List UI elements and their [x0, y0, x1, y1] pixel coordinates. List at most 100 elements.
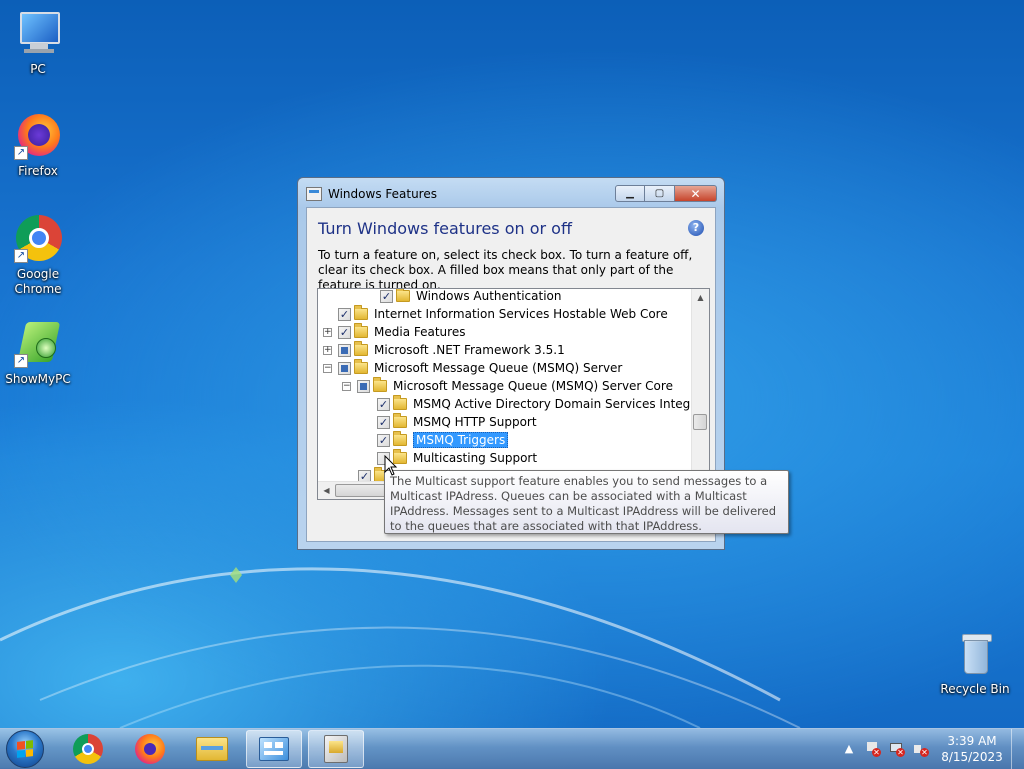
- computer-icon: [14, 10, 62, 58]
- vertical-scrollbar[interactable]: ▲: [691, 289, 709, 470]
- checkbox-checked[interactable]: ✓: [380, 289, 393, 303]
- tree-item[interactable]: Multicasting Support: [377, 449, 537, 467]
- action-center-flag-icon[interactable]: ✕: [865, 741, 881, 757]
- folder-icon: [354, 341, 368, 356]
- desktop-icon-label: ShowMyPC: [5, 372, 71, 386]
- taskbar-file-explorer[interactable]: [184, 730, 240, 768]
- instructions-text: To turn a feature on, select its check b…: [318, 248, 693, 292]
- showmypc-icon: ↗: [14, 320, 62, 368]
- checkbox-partial[interactable]: [338, 361, 351, 375]
- collapse-icon[interactable]: −: [323, 363, 332, 373]
- folder-icon: [354, 359, 368, 374]
- tree-item[interactable]: ✓ Internet Information Services Hostable…: [323, 305, 668, 323]
- mouse-cursor-icon: [384, 455, 398, 476]
- checkbox-checked[interactable]: ✓: [338, 325, 351, 339]
- checkbox-partial[interactable]: [357, 379, 370, 393]
- chrome-icon: ↗: [14, 215, 62, 263]
- tree-item-label: Media Features: [374, 325, 466, 339]
- expand-icon[interactable]: +: [323, 327, 332, 337]
- taskbar-control-panel[interactable]: [246, 730, 302, 768]
- tree-item-label: Multicasting Support: [413, 451, 538, 465]
- shortcut-arrow-icon: ↗: [14, 249, 28, 263]
- checkbox-checked[interactable]: ✓: [338, 307, 351, 321]
- tree-item-label-selected: MSMQ Triggers: [413, 432, 509, 448]
- checkbox-checked[interactable]: ✓: [377, 397, 390, 411]
- tree-item[interactable]: + ✓ Media Features: [323, 323, 465, 341]
- taskbar-firefox[interactable]: [122, 730, 178, 768]
- windows-features-icon: [324, 735, 348, 763]
- shortcut-arrow-icon: ↗: [14, 146, 28, 160]
- shortcut-arrow-icon: ↗: [14, 354, 28, 368]
- scroll-thumb[interactable]: [693, 414, 707, 430]
- folder-icon: [354, 323, 368, 338]
- checkbox-checked[interactable]: ✓: [377, 433, 390, 447]
- title-bar[interactable]: Windows Features: [306, 184, 437, 204]
- folder-icon: [354, 305, 368, 320]
- tree-item[interactable]: ✓ MSMQ Triggers: [377, 431, 509, 449]
- desktop-icon-label: Firefox: [18, 164, 58, 178]
- windows-features-icon: [306, 187, 322, 201]
- desktop-icon-label: PC: [30, 62, 46, 76]
- tree-item-label: MSMQ HTTP Support: [413, 415, 537, 429]
- window-title: Windows Features: [328, 187, 437, 201]
- show-hidden-icons-icon[interactable]: ▲: [841, 741, 857, 757]
- scroll-left-icon[interactable]: ◀: [318, 482, 335, 499]
- firefox-icon: [135, 734, 165, 764]
- minimize-button[interactable]: ▁: [615, 185, 645, 202]
- close-icon: ✕: [690, 186, 701, 201]
- page-title: Turn Windows features on or off: [318, 219, 572, 238]
- expand-icon[interactable]: +: [323, 345, 332, 355]
- feature-tooltip: The Multicast support feature enables yo…: [384, 470, 789, 534]
- tree-item[interactable]: ✓ MSMQ Active Directory Domain Services …: [377, 395, 710, 413]
- tree-item[interactable]: − Microsoft Message Queue (MSMQ) Server: [323, 359, 622, 377]
- desktop-icon-showmypc[interactable]: ↗ ShowMyPC: [3, 320, 73, 387]
- features-tree[interactable]: ✓ Windows Authentication ✓ Internet Info…: [317, 288, 710, 500]
- checkbox-partial[interactable]: [338, 343, 351, 357]
- desktop-icon-pc[interactable]: PC: [3, 10, 73, 77]
- network-icon[interactable]: ✕: [889, 741, 905, 757]
- tree-item-label: Microsoft Message Queue (MSMQ) Server: [374, 361, 623, 375]
- tree-item[interactable]: ✓ Windows Authentication: [380, 289, 562, 305]
- control-panel-icon: [259, 737, 289, 761]
- tree-item-label: Microsoft .NET Framework 3.5.1: [374, 343, 565, 357]
- recycle-bin-icon: [951, 630, 999, 678]
- clock-date: 8/15/2023: [941, 750, 1003, 764]
- tree-item-label: Windows Authentication: [416, 289, 562, 303]
- help-icon[interactable]: ?: [688, 220, 704, 236]
- clock-time: 3:39 AM: [947, 734, 997, 748]
- maximize-icon: ▢: [654, 188, 665, 199]
- folder-icon: [373, 377, 387, 392]
- collapse-icon[interactable]: −: [342, 381, 351, 391]
- desktop-icon-recycle-bin[interactable]: Recycle Bin: [940, 630, 1010, 697]
- maximize-button[interactable]: ▢: [645, 185, 675, 202]
- start-button[interactable]: [6, 730, 44, 768]
- taskbar-chrome[interactable]: [60, 730, 116, 768]
- close-button[interactable]: ✕: [675, 185, 717, 202]
- folder-icon: [396, 289, 410, 302]
- desktop-icon-label: Google Chrome: [14, 267, 62, 296]
- desktop-icon-firefox[interactable]: ↗ Firefox: [3, 112, 73, 179]
- taskbar-windows-features[interactable]: [308, 730, 364, 768]
- show-desktop-button[interactable]: [1011, 729, 1024, 769]
- system-clock[interactable]: 3:39 AM 8/15/2023: [937, 733, 1007, 765]
- taskbar: ▲ ✕ ✕ ✕ 3:39 AM 8/15/2023: [0, 728, 1024, 769]
- caption-buttons: ▁ ▢ ✕: [615, 185, 717, 202]
- firefox-icon: ↗: [14, 112, 62, 160]
- checkbox-checked[interactable]: ✓: [377, 415, 390, 429]
- tree-item[interactable]: + Microsoft .NET Framework 3.5.1: [323, 341, 565, 359]
- tree-item[interactable]: ✓ MSMQ HTTP Support: [377, 413, 537, 431]
- tree-item[interactable]: − Microsoft Message Queue (MSMQ) Server …: [342, 377, 673, 395]
- tree-item-label: Microsoft Message Queue (MSMQ) Server Co…: [393, 379, 673, 393]
- volume-muted-icon[interactable]: ✕: [913, 741, 929, 757]
- tree-item-label: MSMQ Active Directory Domain Services In…: [413, 397, 710, 411]
- chrome-icon: [73, 734, 103, 764]
- tree-item-label: Internet Information Services Hostable W…: [374, 307, 668, 321]
- system-tray: ▲ ✕ ✕ ✕ 3:39 AM 8/15/2023: [833, 729, 1024, 769]
- folder-icon: [393, 431, 407, 446]
- minimize-icon: ▁: [626, 188, 634, 199]
- folder-icon: [393, 413, 407, 428]
- scroll-up-icon[interactable]: ▲: [692, 289, 709, 306]
- desktop-icon-label: Recycle Bin: [940, 682, 1010, 696]
- desktop-icon-chrome[interactable]: ↗ Google Chrome: [3, 215, 73, 297]
- windows-logo-icon: [17, 740, 33, 758]
